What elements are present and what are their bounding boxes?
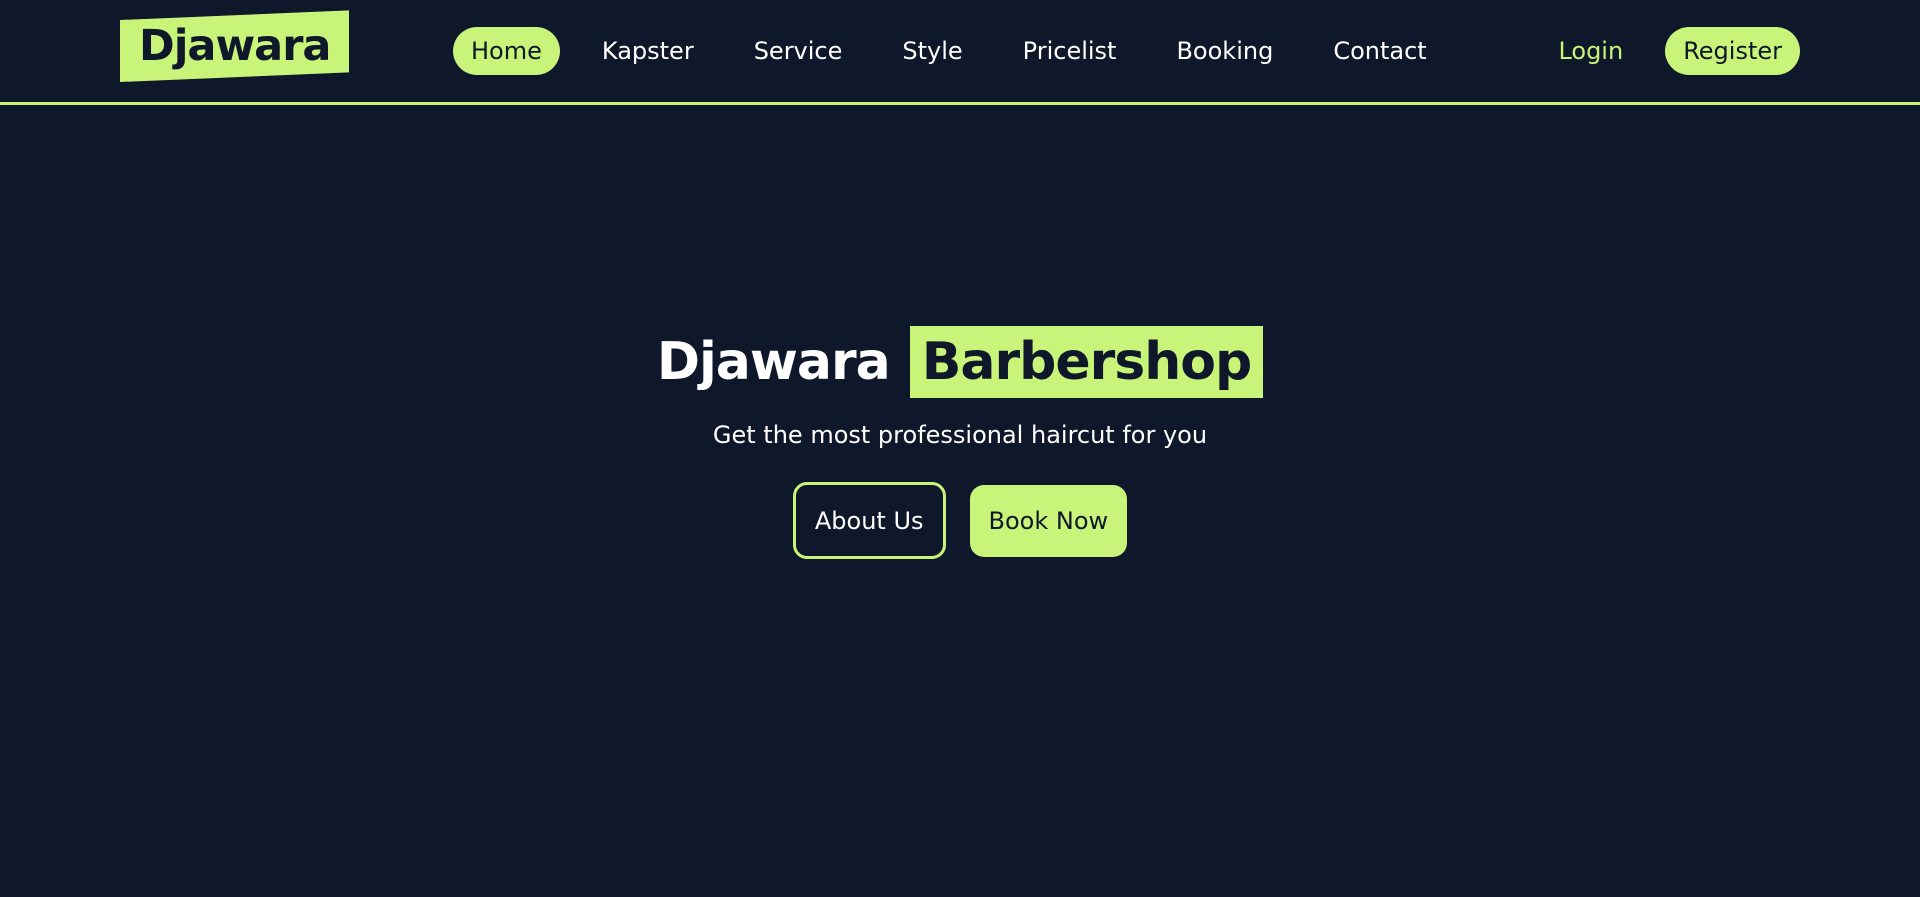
hero-title-brand: Djawara	[656, 332, 891, 392]
nav-item-kapster[interactable]: Kapster	[584, 27, 712, 75]
nav-item-booking[interactable]: Booking	[1158, 27, 1291, 75]
nav-item-service[interactable]: Service	[736, 27, 861, 75]
hero-title: Djawara Barbershop	[656, 326, 1264, 398]
nav-item-style[interactable]: Style	[884, 27, 980, 75]
register-button[interactable]: Register	[1665, 27, 1800, 75]
hero-section: Djawara Barbershop Get the most professi…	[0, 326, 1920, 559]
logo[interactable]: Djawara	[120, 10, 349, 83]
main-nav: Home Kapster Service Style Pricelist Boo…	[453, 27, 1469, 75]
site-header: Djawara Home Kapster Service Style Price…	[0, 0, 1920, 105]
book-now-button[interactable]: Book Now	[969, 484, 1128, 557]
login-link[interactable]: Login	[1558, 37, 1623, 65]
hero-subtitle: Get the most professional haircut for yo…	[712, 421, 1208, 449]
nav-item-pricelist[interactable]: Pricelist	[1005, 27, 1135, 75]
auth-links: Login Register	[1558, 27, 1800, 75]
nav-item-contact[interactable]: Contact	[1315, 27, 1444, 75]
hero-buttons: About Us Book Now	[792, 482, 1128, 559]
nav-item-home[interactable]: Home	[453, 27, 560, 75]
logo-text: Djawara	[138, 21, 331, 72]
hero-title-highlight: Barbershop	[909, 326, 1264, 398]
about-us-button[interactable]: About Us	[792, 482, 946, 559]
